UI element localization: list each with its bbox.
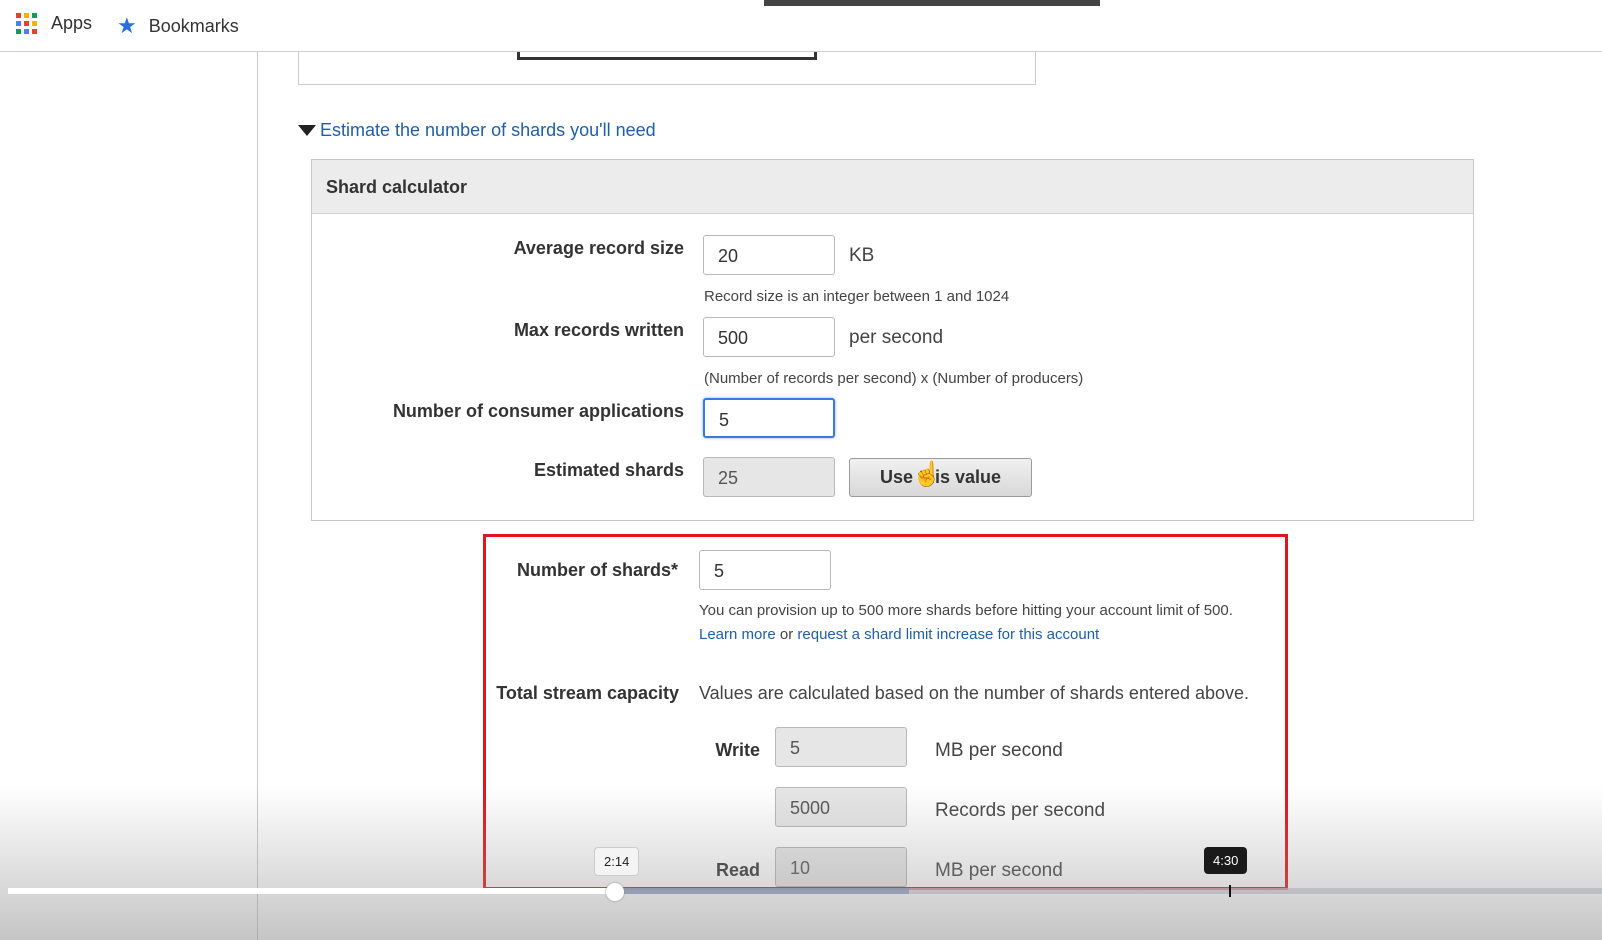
chapter-marker: [1229, 885, 1231, 897]
write-records-value: 5000: [775, 787, 907, 827]
avg-record-size-unit: KB: [849, 245, 875, 266]
avg-record-size-label: Average record size: [513, 238, 684, 258]
top-overlay-strip: [764, 0, 1100, 6]
avg-record-size-input[interactable]: 20: [703, 235, 835, 275]
previous-section-button[interactable]: [517, 52, 817, 60]
apps-grid-icon: [16, 13, 37, 34]
bookmarks-folder[interactable]: ★ Bookmarks: [117, 13, 239, 39]
star-icon: ★: [117, 13, 137, 38]
shard-links-line: Learn more or request a shard limit incr…: [699, 626, 1099, 643]
estimated-shards-label: Estimated shards: [533, 460, 684, 480]
avg-record-size-hint: Record size is an integer between 1 and …: [704, 288, 1010, 305]
consumer-apps-label: Number of consumer applications: [392, 401, 684, 421]
video-progress-bar[interactable]: [8, 888, 1602, 894]
read-mb-value: 10: [775, 847, 907, 887]
progress-played: [8, 888, 622, 894]
learn-more-link[interactable]: Learn more: [699, 626, 776, 643]
max-records-hint: (Number of records per second) x (Number…: [704, 370, 1084, 387]
progress-scrubber-knob[interactable]: [606, 883, 624, 901]
shard-limit-hint: You can provision up to 500 more shards …: [699, 602, 1233, 619]
estimate-shards-toggle[interactable]: Estimate the number of shards you'll nee…: [298, 120, 656, 141]
chapter-time-tooltip: 4:30: [1204, 847, 1248, 874]
capacity-description: Values are calculated based on the numbe…: [699, 683, 1250, 703]
hand-cursor-icon: ☝: [912, 461, 942, 488]
sidebar-divider: [257, 52, 258, 940]
highlight-box: [483, 534, 1288, 890]
consumer-apps-input[interactable]: 5: [703, 398, 835, 438]
read-label: Read: [715, 860, 760, 880]
shard-calculator-title: Shard calculator: [312, 160, 1473, 214]
number-of-shards-input[interactable]: 5: [699, 550, 831, 590]
previous-section-box: [298, 52, 1036, 85]
total-capacity-label: Total stream capacity: [496, 683, 679, 703]
estimated-shards-value: 25: [703, 457, 835, 497]
read-mb-unit: MB per second: [935, 860, 1063, 881]
max-records-input[interactable]: 500: [703, 317, 835, 357]
apps-label: Apps: [51, 13, 93, 33]
bookmarks-bar: Apps ★ Bookmarks: [0, 0, 1602, 52]
write-mb-value: 5: [775, 727, 907, 767]
write-label: Write: [715, 740, 760, 760]
write-records-unit: Records per second: [935, 800, 1106, 821]
number-of-shards-label: Number of shards*: [516, 560, 678, 580]
write-mb-unit: MB per second: [935, 740, 1063, 761]
or-text: or: [779, 626, 794, 643]
apps-shortcut[interactable]: Apps: [16, 13, 92, 34]
request-limit-increase-link[interactable]: request a shard limit increase for this …: [797, 626, 1099, 643]
bookmarks-label: Bookmarks: [148, 15, 239, 36]
expand-triangle-icon: [298, 125, 316, 136]
max-records-unit: per second: [849, 327, 944, 348]
progress-buffered: [621, 888, 909, 894]
estimate-link-text: Estimate the number of shards you'll nee…: [320, 120, 656, 140]
hover-time-tooltip: 2:14: [594, 847, 640, 876]
max-records-label: Max records written: [513, 320, 684, 340]
